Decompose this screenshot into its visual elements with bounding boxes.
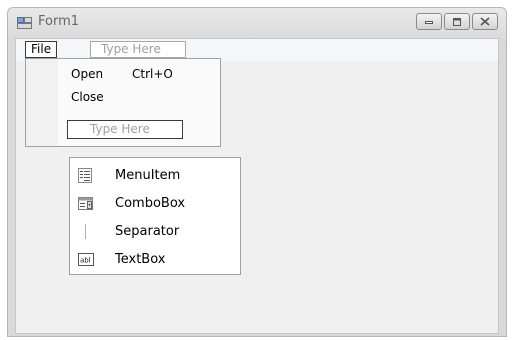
combobox-icon xyxy=(78,196,93,211)
window-title: Form1 xyxy=(38,14,80,29)
minimize-button[interactable] xyxy=(416,13,442,30)
dropdown-gutter xyxy=(26,59,58,146)
textbox-icon: abl xyxy=(78,252,94,267)
type-here-popup: MenuItem ComboBox Separator abl TextBox xyxy=(69,157,241,275)
menu-type-combobox[interactable]: ComboBox xyxy=(70,190,240,218)
minimize-icon xyxy=(425,20,433,24)
menu-type-label: MenuItem xyxy=(115,168,181,183)
type-here-top[interactable]: Type Here xyxy=(90,41,186,58)
menu-type-label: TextBox xyxy=(115,252,166,267)
menu-type-separator[interactable]: Separator xyxy=(70,218,240,246)
caption-buttons xyxy=(416,13,498,30)
maximize-icon xyxy=(453,17,461,26)
maximize-button[interactable] xyxy=(444,13,470,30)
menu-file[interactable]: File xyxy=(25,41,58,58)
menu-item-open[interactable]: Open xyxy=(71,67,103,81)
form-window: Form1 File Type Here Open Ctrl+O Close T… xyxy=(7,7,507,337)
menu-item-icon xyxy=(78,168,92,183)
close-icon xyxy=(480,17,490,26)
file-dropdown: Open Ctrl+O Close Type Here xyxy=(25,58,221,147)
menu-type-label: Separator xyxy=(115,224,180,239)
close-button[interactable] xyxy=(472,13,498,30)
menu-type-label: ComboBox xyxy=(115,196,186,211)
open-shortcut: Ctrl+O xyxy=(132,67,173,81)
title-bar[interactable]: Form1 xyxy=(8,8,506,38)
menu-item-close[interactable]: Close xyxy=(71,90,104,104)
menu-type-textbox[interactable]: abl TextBox xyxy=(70,246,240,274)
type-here-dropdown[interactable]: Type Here xyxy=(67,120,183,139)
form-client-area: File Type Here Open Ctrl+O Close Type He… xyxy=(15,38,499,334)
separator-icon xyxy=(78,224,92,239)
menu-type-menuitem[interactable]: MenuItem xyxy=(70,162,240,190)
svg-text:abl: abl xyxy=(80,257,91,265)
form-icon xyxy=(17,16,32,29)
